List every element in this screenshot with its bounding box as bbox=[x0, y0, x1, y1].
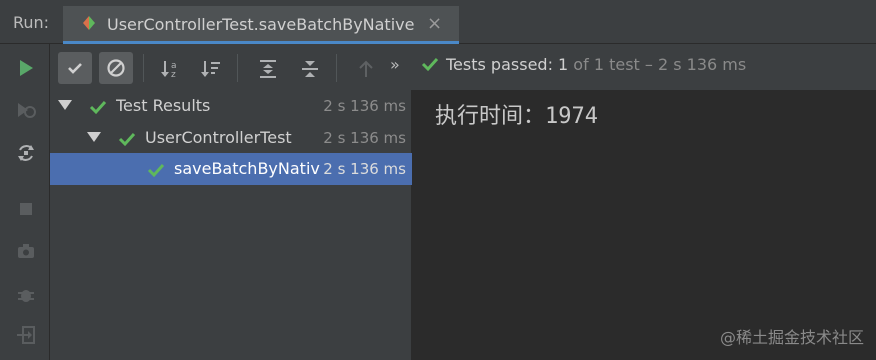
collapse-all-button[interactable] bbox=[292, 52, 326, 84]
sort-by-duration-button[interactable] bbox=[193, 52, 227, 84]
test-status-text: Tests passed: 1 of 1 test – 2 s 136 ms bbox=[446, 55, 746, 74]
tree-row-duration: 2 s 136 ms bbox=[323, 97, 406, 115]
tree-row-label: UserControllerTest bbox=[145, 128, 292, 147]
expand-all-icon bbox=[260, 60, 276, 78]
console-line: 执行时间：1974 bbox=[435, 104, 598, 129]
passed-check-icon bbox=[89, 100, 107, 115]
ignored-icon bbox=[107, 59, 125, 77]
toolbar-separator bbox=[336, 54, 337, 82]
console-output[interactable]: 执行时间：1974 @稀土掘金技术社区 bbox=[413, 90, 876, 360]
watermark: @稀土掘金技术社区 bbox=[719, 328, 864, 347]
tests-passed-count: Tests passed: 1 bbox=[446, 55, 569, 74]
passed-check-icon bbox=[118, 132, 136, 147]
svg-text:z: z bbox=[171, 70, 176, 80]
test-runner-toolbar: az » Tests passed: 1 of 1 test – 2 s 136… bbox=[50, 44, 876, 90]
tab-title: UserControllerTest.saveBatchByNative bbox=[107, 15, 415, 34]
sort-duration-icon bbox=[201, 61, 220, 77]
toolbar-separator bbox=[237, 54, 238, 82]
passed-check-icon bbox=[420, 54, 440, 78]
show-passed-toggle[interactable] bbox=[58, 52, 92, 84]
test-results-tree: Test Results 2 s 136 ms UserControllerTe… bbox=[50, 90, 412, 360]
debug-settings-icon[interactable] bbox=[15, 284, 37, 306]
check-icon bbox=[68, 63, 82, 74]
expand-all-button[interactable] bbox=[250, 52, 284, 84]
camera-icon[interactable] bbox=[15, 240, 37, 262]
rerun-failed-icon[interactable] bbox=[15, 99, 37, 121]
stop-icon[interactable] bbox=[15, 198, 37, 220]
toolbar-separator bbox=[143, 54, 144, 82]
exit-icon[interactable] bbox=[15, 324, 37, 346]
rerun-icon[interactable] bbox=[15, 57, 37, 79]
tree-row-duration: 2 s 136 ms bbox=[323, 129, 406, 147]
run-tab-bar: Run: UserControllerTest.saveBatchByNativ… bbox=[0, 0, 876, 44]
tree-row-save-batch-by-native[interactable]: saveBatchByNative 2 s 136 ms bbox=[50, 153, 412, 185]
tree-row-duration: 2 s 136 ms bbox=[320, 160, 406, 178]
tree-row-label: Test Results bbox=[116, 96, 211, 115]
arrow-up-icon bbox=[359, 60, 373, 77]
toggle-auto-test-icon[interactable] bbox=[15, 142, 37, 164]
show-ignored-toggle[interactable] bbox=[99, 52, 133, 84]
tests-summary: of 1 test – 2 s 136 ms bbox=[568, 55, 747, 74]
test-config-icon bbox=[81, 15, 97, 31]
tree-row-user-controller-test[interactable]: UserControllerTest 2 s 136 ms bbox=[50, 122, 412, 154]
expand-arrow-icon[interactable] bbox=[58, 100, 72, 110]
run-config-tab[interactable]: UserControllerTest.saveBatchByNative × bbox=[63, 6, 459, 44]
tree-row-label: saveBatchByNative bbox=[174, 159, 328, 178]
tree-row-test-results[interactable]: Test Results 2 s 136 ms bbox=[50, 90, 412, 122]
passed-check-icon bbox=[147, 163, 165, 178]
close-icon[interactable]: × bbox=[427, 13, 442, 34]
previous-failed-button[interactable] bbox=[348, 52, 382, 84]
more-actions-icon[interactable]: » bbox=[390, 55, 400, 74]
expand-arrow-icon[interactable] bbox=[87, 132, 101, 142]
sort-alphabetically-button[interactable]: az bbox=[153, 52, 187, 84]
collapse-all-icon bbox=[302, 61, 318, 77]
run-label: Run: bbox=[13, 13, 50, 32]
run-side-toolbar bbox=[0, 44, 50, 360]
sort-alpha-icon: az bbox=[161, 61, 177, 80]
